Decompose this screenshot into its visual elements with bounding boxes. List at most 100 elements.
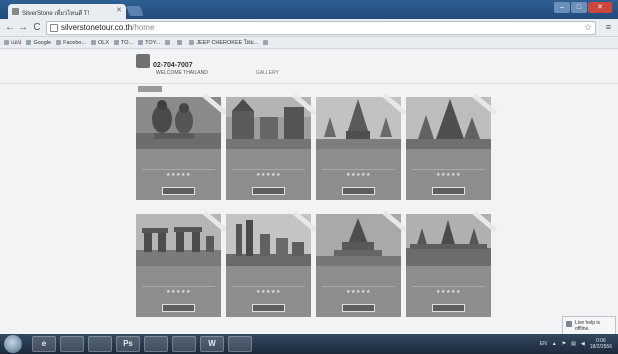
page-icon [114,40,120,45]
star-rating: ★★★★★ [166,289,191,295]
bookmark-item[interactable]: Facebo... [56,40,86,46]
divider [322,286,395,287]
tour-title [320,152,397,168]
tour-card[interactable]: ★★★★★ [316,210,408,317]
stupa-image [316,97,401,149]
tab-close-icon[interactable]: ✕ [116,6,122,14]
chat-icon [566,321,572,327]
tray-arrow-icon[interactable]: ▲ [552,341,557,347]
star-rating: ★★★★★ [256,172,281,178]
language-indicator[interactable]: EN [540,341,547,347]
tour-card[interactable]: ★★★★★ [226,210,318,317]
tour-title [140,152,217,168]
clock-date: 18/2/2556 [589,344,612,350]
app-taskbar-button[interactable] [172,336,196,352]
menu-icon[interactable]: ≡ [606,22,611,32]
bookmark-item[interactable] [165,40,172,45]
nav-item-gallery[interactable]: GALLERY [256,70,279,80]
forward-button[interactable]: → [17,22,29,34]
tour-photo [406,97,491,149]
tour-card[interactable]: ★★★★★ [136,93,228,200]
system-tray: EN ▲ ⚑ ▤ ◀ 0:06 18/2/2556 [540,334,618,354]
tour-title [410,152,487,168]
clock[interactable]: 0:06 18/2/2556 [590,338,612,350]
city-skyline-image [226,214,311,266]
tour-photo [316,214,401,266]
bookmark-item[interactable] [177,40,184,45]
tour-details-button[interactable] [162,304,195,312]
tour-details-button[interactable] [252,304,285,312]
page-info-icon[interactable] [50,24,58,32]
tour-title [140,269,217,285]
bookmark-star-icon[interactable]: ☆ [584,22,592,33]
close-window-button[interactable]: ✕ [588,2,612,13]
divider [142,169,215,170]
star-rating: ★★★★★ [256,289,281,295]
tour-card[interactable]: ★★★★★ [316,93,408,200]
browser-tab[interactable]: SilverStone เที่ยวไหนดี T! ✕ [8,4,126,19]
photoshop-taskbar-button[interactable]: Ps [116,336,140,352]
url-host: silverstonetour.co.th [61,23,133,32]
tour-details-button[interactable] [342,187,375,195]
golden-stupa-image [316,214,401,266]
tour-title [230,269,307,285]
tour-photo [406,214,491,266]
stonehenge-image [136,214,221,266]
reload-button[interactable]: C [31,22,43,34]
back-button[interactable]: ← [4,22,16,34]
ie-taskbar-button[interactable]: e [32,336,56,352]
word-taskbar-button[interactable]: W [200,336,224,352]
page-icon [138,40,144,45]
tour-card[interactable]: ★★★★★ [226,93,318,200]
tour-details-button[interactable] [162,187,195,195]
maximize-button[interactable]: □ [571,2,587,13]
bookmark-item[interactable]: แอป [4,39,21,47]
new-tab-button[interactable] [126,6,144,16]
nav-item-welcome-thailand[interactable]: WELCOME THAILAND [156,70,208,80]
network-icon[interactable]: ▤ [571,341,576,347]
tour-card[interactable]: ★★★★★ [406,93,498,200]
tour-photo [136,97,221,149]
bookmark-item[interactable]: OLX [91,40,109,46]
tour-photo [226,214,311,266]
google-icon [26,40,32,45]
paint-taskbar-button[interactable] [228,336,252,352]
temple-ruins-image [406,214,491,266]
bookmark-item[interactable] [263,40,270,45]
star-rating: ★★★★★ [346,289,371,295]
star-rating: ★★★★★ [436,172,461,178]
bookmark-item[interactable]: Google [26,40,51,46]
apps-icon [4,40,9,45]
tour-details-button[interactable] [432,187,465,195]
chrome-taskbar-button[interactable] [144,336,168,352]
star-rating: ★★★★★ [166,172,191,178]
tour-card[interactable]: ★★★★★ [136,210,228,317]
tour-card[interactable]: ★★★★★ [406,210,498,317]
site-logo[interactable]: 02-704-7007 [136,52,196,70]
flag-icon[interactable]: ⚑ [562,341,566,347]
favicon-icon [12,8,19,15]
minimize-button[interactable]: – [554,2,570,13]
tour-title [230,152,307,168]
bookmark-item[interactable]: JEEP CHEROKEE ใหม... [189,39,258,47]
tour-details-button[interactable] [432,304,465,312]
tour-photo [226,97,311,149]
start-button[interactable] [4,335,22,353]
explorer-taskbar-button[interactable] [60,336,84,352]
divider [232,286,305,287]
volume-icon[interactable]: ◀ [581,341,585,347]
bookmark-item[interactable]: TO... [114,40,133,46]
page-icon [177,40,183,45]
tour-details-button[interactable] [252,187,285,195]
star-rating: ★★★★★ [346,172,371,178]
jeep-icon [189,40,195,45]
bookmarks-bar: แอป Google Facebo... OLX TO... TOY... JE… [0,37,618,49]
bookmark-item[interactable]: TOY... [138,40,160,46]
tour-details-button[interactable] [342,304,375,312]
divider [322,169,395,170]
browser-toolbar: ← → C silverstonetour.co.th/home ☆ ≡ [0,19,618,37]
media-player-taskbar-button[interactable] [88,336,112,352]
tour-title [410,269,487,285]
address-bar[interactable]: silverstonetour.co.th/home [46,21,596,35]
window-controls: – □ ✕ [554,2,612,13]
